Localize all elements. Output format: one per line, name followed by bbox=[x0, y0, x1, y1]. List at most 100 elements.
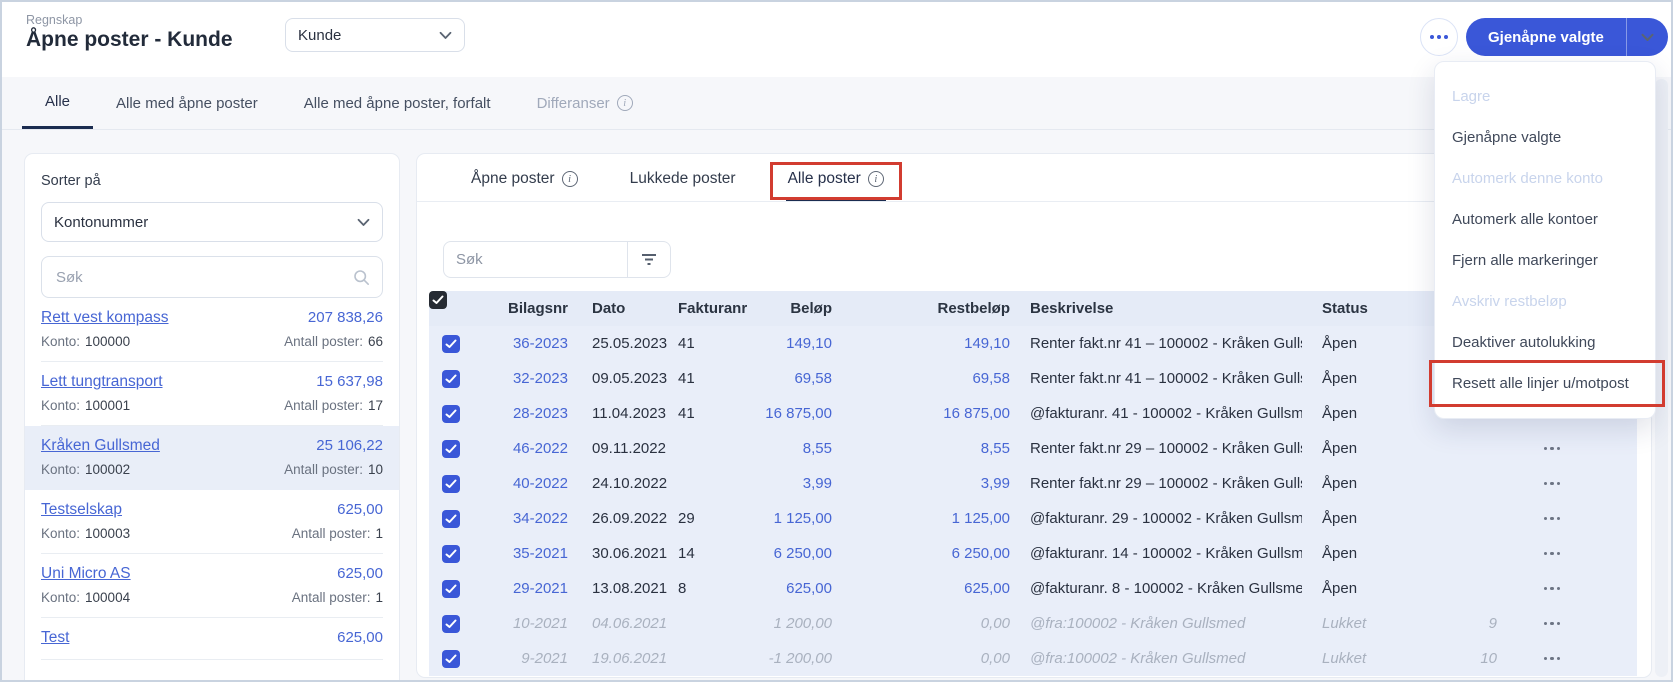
sidebar-search-input[interactable] bbox=[54, 268, 353, 287]
row-checkbox[interactable] bbox=[442, 615, 460, 633]
chevron-down-icon bbox=[357, 218, 370, 227]
beskrivelse-cell: @fakturanr. 8 - 100002 - Kråken Gullsmed bbox=[1010, 580, 1302, 597]
account-name-link[interactable]: Rett vest kompass bbox=[41, 309, 169, 327]
menu-item[interactable]: Resett alle linjer u/motpost bbox=[1435, 363, 1655, 404]
account-list-item[interactable]: Testselskap 625,00 Konto:100003 Antall p… bbox=[41, 490, 383, 554]
column-header[interactable]: Beskrivelse bbox=[1010, 300, 1302, 317]
top-tab[interactable]: Alle bbox=[22, 77, 93, 129]
reopen-selected-button[interactable]: Gjenåpne valgte bbox=[1466, 18, 1626, 56]
table-search-input[interactable] bbox=[443, 241, 628, 278]
column-header[interactable]: Restbeløp bbox=[832, 300, 1010, 317]
bilagsnr-link[interactable]: 35-2021 bbox=[482, 545, 568, 562]
account-post-count: Antall poster:17 bbox=[284, 398, 383, 413]
top-tab-label: Alle bbox=[45, 93, 70, 110]
status-cell: Åpen bbox=[1302, 405, 1402, 422]
row-checkbox[interactable] bbox=[442, 650, 460, 668]
bilagsnr-link[interactable]: 10-2021 bbox=[482, 615, 568, 632]
bilagsnr-link[interactable]: 29-2021 bbox=[482, 580, 568, 597]
account-list-item[interactable]: Kråken Gullsmed 25 106,22 Konto:100002 A… bbox=[25, 426, 399, 490]
menu-item-label: Fjern alle markeringer bbox=[1452, 252, 1598, 269]
menu-item[interactable]: Automerk alle kontoer bbox=[1435, 199, 1655, 240]
menu-item[interactable]: Fjern alle markeringer bbox=[1435, 240, 1655, 281]
row-checkbox[interactable] bbox=[442, 370, 460, 388]
primary-button-dropdown-toggle[interactable] bbox=[1626, 18, 1668, 56]
row-actions-button[interactable] bbox=[1538, 616, 1567, 632]
row-checkbox[interactable] bbox=[442, 440, 460, 458]
sidebar-search bbox=[41, 256, 383, 298]
top-tab[interactable]: Differanser bbox=[514, 77, 656, 129]
account-list-item[interactable]: Test 625,00 Konto: Antall poster: bbox=[41, 618, 383, 660]
postings-tab[interactable]: Alle poster bbox=[786, 169, 886, 201]
account-list-item[interactable]: Uni Micro AS 625,00 Konto:100004 Antall … bbox=[41, 554, 383, 618]
beskrivelse-cell: @fra:100002 - Kråken Gullsmed bbox=[1010, 650, 1302, 667]
column-header[interactable]: Dato bbox=[568, 300, 678, 317]
row-actions-button[interactable] bbox=[1538, 581, 1567, 597]
menu-item-label: Automerk denne konto bbox=[1452, 170, 1603, 187]
top-tab[interactable]: Alle med åpne poster bbox=[93, 77, 281, 129]
chevron-down-icon bbox=[439, 31, 452, 40]
belop-cell: 149,10 bbox=[756, 335, 832, 352]
row-actions-button[interactable] bbox=[1538, 511, 1567, 527]
bilagsnr-link[interactable]: 40-2022 bbox=[482, 475, 568, 492]
restbelop-cell: 0,00 bbox=[832, 615, 1010, 632]
row-actions-button[interactable] bbox=[1538, 476, 1567, 492]
row-checkbox[interactable] bbox=[442, 475, 460, 493]
menu-item[interactable]: Avskriv restbeløp bbox=[1435, 281, 1655, 322]
column-header[interactable]: Fakturanr bbox=[678, 300, 756, 317]
vertical-scrollbar[interactable] bbox=[1655, 79, 1668, 677]
bilagsnr-link[interactable]: 9-2021 bbox=[482, 650, 568, 667]
top-tab[interactable]: Alle med åpne poster, forfalt bbox=[281, 77, 514, 129]
entity-select[interactable]: Kunde bbox=[285, 18, 465, 52]
sort-select[interactable]: Kontonummer bbox=[41, 202, 383, 242]
menu-item[interactable]: Deaktiver autolukking bbox=[1435, 322, 1655, 363]
menu-item[interactable]: Automerk denne konto bbox=[1435, 158, 1655, 199]
account-name-link[interactable]: Uni Micro AS bbox=[41, 565, 131, 583]
motpost-cell: 10 bbox=[1402, 650, 1497, 667]
filter-button[interactable] bbox=[628, 241, 671, 278]
row-checkbox[interactable] bbox=[442, 580, 460, 598]
status-cell: Åpen bbox=[1302, 370, 1402, 387]
fakturanr-cell: 41 bbox=[678, 335, 756, 352]
postings-tab[interactable]: Lukkede poster bbox=[628, 169, 738, 201]
row-checkbox[interactable] bbox=[442, 545, 460, 563]
menu-item[interactable]: Lagre bbox=[1435, 76, 1655, 117]
account-amount: 25 106,22 bbox=[316, 437, 383, 454]
account-post-count: Antall poster:66 bbox=[284, 334, 383, 349]
menu-item-label: Lagre bbox=[1452, 88, 1490, 105]
restbelop-cell: 16 875,00 bbox=[832, 405, 1010, 422]
account-name-link[interactable]: Kråken Gullsmed bbox=[41, 437, 160, 455]
postings-tab-label: Alle poster bbox=[788, 170, 861, 188]
row-checkbox[interactable] bbox=[442, 405, 460, 423]
row-checkbox[interactable] bbox=[442, 510, 460, 528]
dato-cell: 09.05.2023 bbox=[568, 370, 678, 387]
bilagsnr-link[interactable]: 46-2022 bbox=[482, 440, 568, 457]
menu-item[interactable]: Gjenåpne valgte bbox=[1435, 117, 1655, 158]
row-actions-button[interactable] bbox=[1538, 546, 1567, 562]
restbelop-cell: 0,00 bbox=[832, 650, 1010, 667]
account-name-link[interactable]: Testselskap bbox=[41, 501, 122, 519]
column-header[interactable]: Bilagsnr bbox=[482, 300, 568, 317]
beskrivelse-cell: Renter fakt.nr 41 – 100002 - Kråken Gull… bbox=[1010, 370, 1302, 387]
column-header[interactable]: Beløp bbox=[756, 300, 832, 317]
beskrivelse-cell: @fakturanr. 41 - 100002 - Kråken Gullsme… bbox=[1010, 405, 1302, 422]
row-actions-button[interactable] bbox=[1538, 441, 1567, 457]
restbelop-cell: 1 125,00 bbox=[832, 510, 1010, 527]
bilagsnr-link[interactable]: 32-2023 bbox=[482, 370, 568, 387]
bilagsnr-link[interactable]: 36-2023 bbox=[482, 335, 568, 352]
more-actions-button[interactable] bbox=[1420, 18, 1458, 56]
fakturanr-cell: 29 bbox=[678, 510, 756, 527]
account-name-link[interactable]: Test bbox=[41, 629, 69, 647]
belop-cell: 16 875,00 bbox=[756, 405, 832, 422]
table-row: 40-2022 24.10.2022 3,99 3,99 Renter fakt… bbox=[429, 466, 1637, 501]
bilagsnr-link[interactable]: 34-2022 bbox=[482, 510, 568, 527]
row-actions-button[interactable] bbox=[1538, 651, 1567, 667]
entity-select-value: Kunde bbox=[298, 27, 341, 44]
postings-tab[interactable]: Åpne poster bbox=[469, 169, 580, 201]
menu-item-label: Resett alle linjer u/motpost bbox=[1452, 375, 1629, 392]
column-header[interactable]: Status bbox=[1302, 300, 1402, 317]
account-list-item[interactable]: Rett vest kompass 207 838,26 Konto:10000… bbox=[41, 298, 383, 362]
bilagsnr-link[interactable]: 28-2023 bbox=[482, 405, 568, 422]
account-list-item[interactable]: Lett tungtransport 15 637,98 Konto:10000… bbox=[41, 362, 383, 426]
row-checkbox[interactable] bbox=[442, 335, 460, 353]
account-name-link[interactable]: Lett tungtransport bbox=[41, 373, 163, 391]
